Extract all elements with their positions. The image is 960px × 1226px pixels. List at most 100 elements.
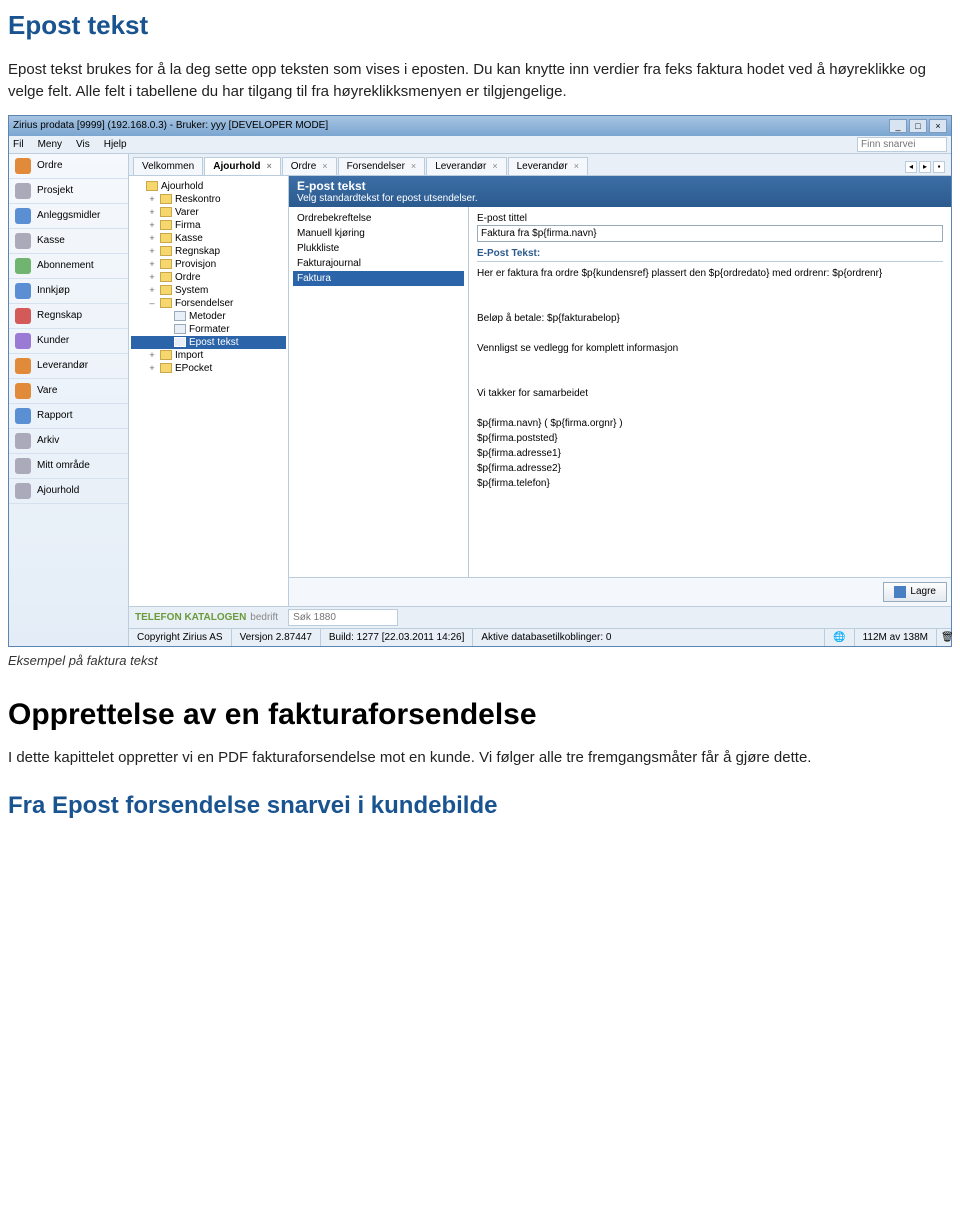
tree-item-epocket[interactable]: +EPocket [131, 362, 286, 375]
sidebar-item-abonnement[interactable]: Abonnement [9, 254, 128, 279]
menu-vis[interactable]: Vis [76, 139, 90, 150]
list-item[interactable]: Manuell kjøring [293, 226, 464, 241]
folder-icon [160, 259, 172, 269]
sidebar-item-mitt område[interactable]: Mitt område [9, 454, 128, 479]
tab-close-icon[interactable]: × [411, 161, 416, 171]
tree-item-formater[interactable]: Formater [131, 323, 286, 336]
sidebar-item-vare[interactable]: Vare [9, 379, 128, 404]
expand-icon[interactable]: + [147, 233, 157, 243]
menu-hjelp[interactable]: Hjelp [104, 139, 127, 150]
sidebar-item-ajourhold[interactable]: Ajourhold [9, 479, 128, 504]
section-paragraph: I dette kapittelet oppretter vi en PDF f… [8, 747, 952, 769]
menu-meny[interactable]: Meny [38, 139, 62, 150]
detail-header: E-post tekst Velg standardtekst for epos… [289, 176, 951, 207]
tree-item-epost-tekst[interactable]: Epost tekst [131, 336, 286, 349]
expand-icon[interactable]: + [147, 285, 157, 295]
tab-next-icon[interactable]: ▸ [919, 161, 931, 173]
bottom-bar: TELEFON KATALOGEN bedrift [129, 606, 951, 628]
sidebar-item-regnskap[interactable]: Regnskap [9, 304, 128, 329]
tab-leverandør[interactable]: Leverandør × [426, 157, 506, 175]
tree-item-import[interactable]: + Import [131, 349, 286, 362]
app-window: Zirius prodata [9999] (192.168.0.3) - Br… [8, 115, 952, 647]
list-item[interactable]: Fakturajournal [293, 256, 464, 271]
save-button[interactable]: Lagre [883, 582, 947, 602]
tree-item-firma[interactable]: +Firma [131, 219, 286, 232]
tree-label: Import [175, 350, 203, 361]
intro-text: Epost tekst brukes for å la deg sette op… [8, 59, 952, 103]
menu-fil[interactable]: Fil [13, 139, 24, 150]
expand-icon[interactable]: – [147, 298, 157, 308]
detail-footer: Lagre [289, 577, 951, 606]
maximize-button[interactable]: □ [909, 119, 927, 133]
expand-icon[interactable]: + [147, 207, 157, 217]
sidebar-item-ordre[interactable]: Ordre [9, 154, 128, 179]
tab-velkommen[interactable]: Velkommen [133, 157, 203, 175]
tree-item-reskontro[interactable]: +Reskontro [131, 193, 286, 206]
tab-label: Leverandør [435, 161, 486, 172]
tree-label: Ajourhold [161, 181, 203, 192]
tab-list-icon[interactable]: ▪ [933, 161, 945, 173]
tree-item-forsendelser[interactable]: –Forsendelser [131, 297, 286, 310]
tab-close-icon[interactable]: × [492, 161, 497, 171]
email-title-input[interactable] [477, 225, 943, 242]
sidebar-item-prosjekt[interactable]: Prosjekt [9, 179, 128, 204]
expand-icon[interactable]: + [147, 194, 157, 204]
tree-item-metoder[interactable]: Metoder [131, 310, 286, 323]
status-build: Build: 1277 [22.03.2011 14:26] [321, 629, 473, 646]
list-item[interactable]: Faktura [293, 271, 464, 286]
tree-item-ajourhold[interactable]: Ajourhold [131, 180, 286, 193]
trash-icon[interactable]: 🗑 [937, 629, 951, 646]
tree-item-kasse[interactable]: +Kasse [131, 232, 286, 245]
tab-prev-icon[interactable]: ◂ [905, 161, 917, 173]
expand-icon[interactable]: + [147, 272, 157, 282]
sidebar-item-kunder[interactable]: Kunder [9, 329, 128, 354]
expand-icon[interactable]: + [147, 350, 157, 360]
email-type-list: OrdrebekreftelseManuell kjøringPlukklist… [289, 207, 469, 577]
tab-leverandør[interactable]: Leverandør× [508, 157, 588, 175]
tab-close-icon[interactable]: × [266, 161, 271, 171]
close-button[interactable]: × [929, 119, 947, 133]
tab-close-icon[interactable]: × [322, 161, 327, 171]
sidebar-icon [15, 208, 31, 224]
tab-close-icon[interactable]: × [574, 161, 579, 171]
expand-icon[interactable]: + [147, 220, 157, 230]
status-globe-icon[interactable]: 🌐 [825, 629, 854, 646]
tab-ordre[interactable]: Ordre× [282, 157, 337, 175]
sidebar-icon [15, 458, 31, 474]
document-icon [174, 311, 186, 321]
tree-item-regnskap[interactable]: +Regnskap [131, 245, 286, 258]
sidebar: OrdreProsjektAnleggsmidlerKasseAbonnemen… [9, 154, 129, 646]
sidebar-item-innkjøp[interactable]: Innkjøp [9, 279, 128, 304]
sidebar-item-kasse[interactable]: Kasse [9, 229, 128, 254]
minimize-button[interactable]: _ [889, 119, 907, 133]
document-icon [174, 324, 186, 334]
tab-label: Forsendelser [347, 161, 405, 172]
sidebar-item-rapport[interactable]: Rapport [9, 404, 128, 429]
expand-icon[interactable]: + [147, 259, 157, 269]
status-copyright: Copyright Zirius AS [129, 629, 232, 646]
list-item[interactable]: Ordrebekreftelse [293, 211, 464, 226]
email-body-text[interactable]: Her er faktura fra ordre $p{kundensref} … [477, 266, 943, 491]
sidebar-label: Arkiv [37, 435, 59, 446]
tree-item-provisjon[interactable]: +Provisjon [131, 258, 286, 271]
sidebar-label: Regnskap [37, 310, 82, 321]
sidebar-item-leverandør[interactable]: Leverandør [9, 354, 128, 379]
tab-ajourhold[interactable]: Ajourhold× [204, 157, 280, 175]
tree-item-ordre[interactable]: +Ordre [131, 271, 286, 284]
tree-item-system[interactable]: +System [131, 284, 286, 297]
sidebar-item-anleggsmidler[interactable]: Anleggsmidler [9, 204, 128, 229]
status-db: Aktive databasetilkoblinger: 0 [473, 629, 825, 646]
search-input[interactable] [857, 137, 947, 152]
detail-title: E-post tekst [297, 179, 943, 193]
sidebar-icon [15, 483, 31, 499]
tree-item-varer[interactable]: +Varer [131, 206, 286, 219]
sidebar-item-arkiv[interactable]: Arkiv [9, 429, 128, 454]
tab-forsendelser[interactable]: Forsendelser × [338, 157, 426, 175]
list-item[interactable]: Plukkliste [293, 241, 464, 256]
expand-icon[interactable]: + [147, 246, 157, 256]
statusbar: Copyright Zirius AS Versjon 2.87447 Buil… [129, 628, 951, 646]
email-form: E-post tittel E-Post Tekst: Her er faktu… [469, 207, 951, 577]
phone-search-input[interactable] [288, 609, 398, 626]
tab-label: Velkommen [142, 161, 194, 172]
expand-icon[interactable]: + [147, 363, 157, 373]
